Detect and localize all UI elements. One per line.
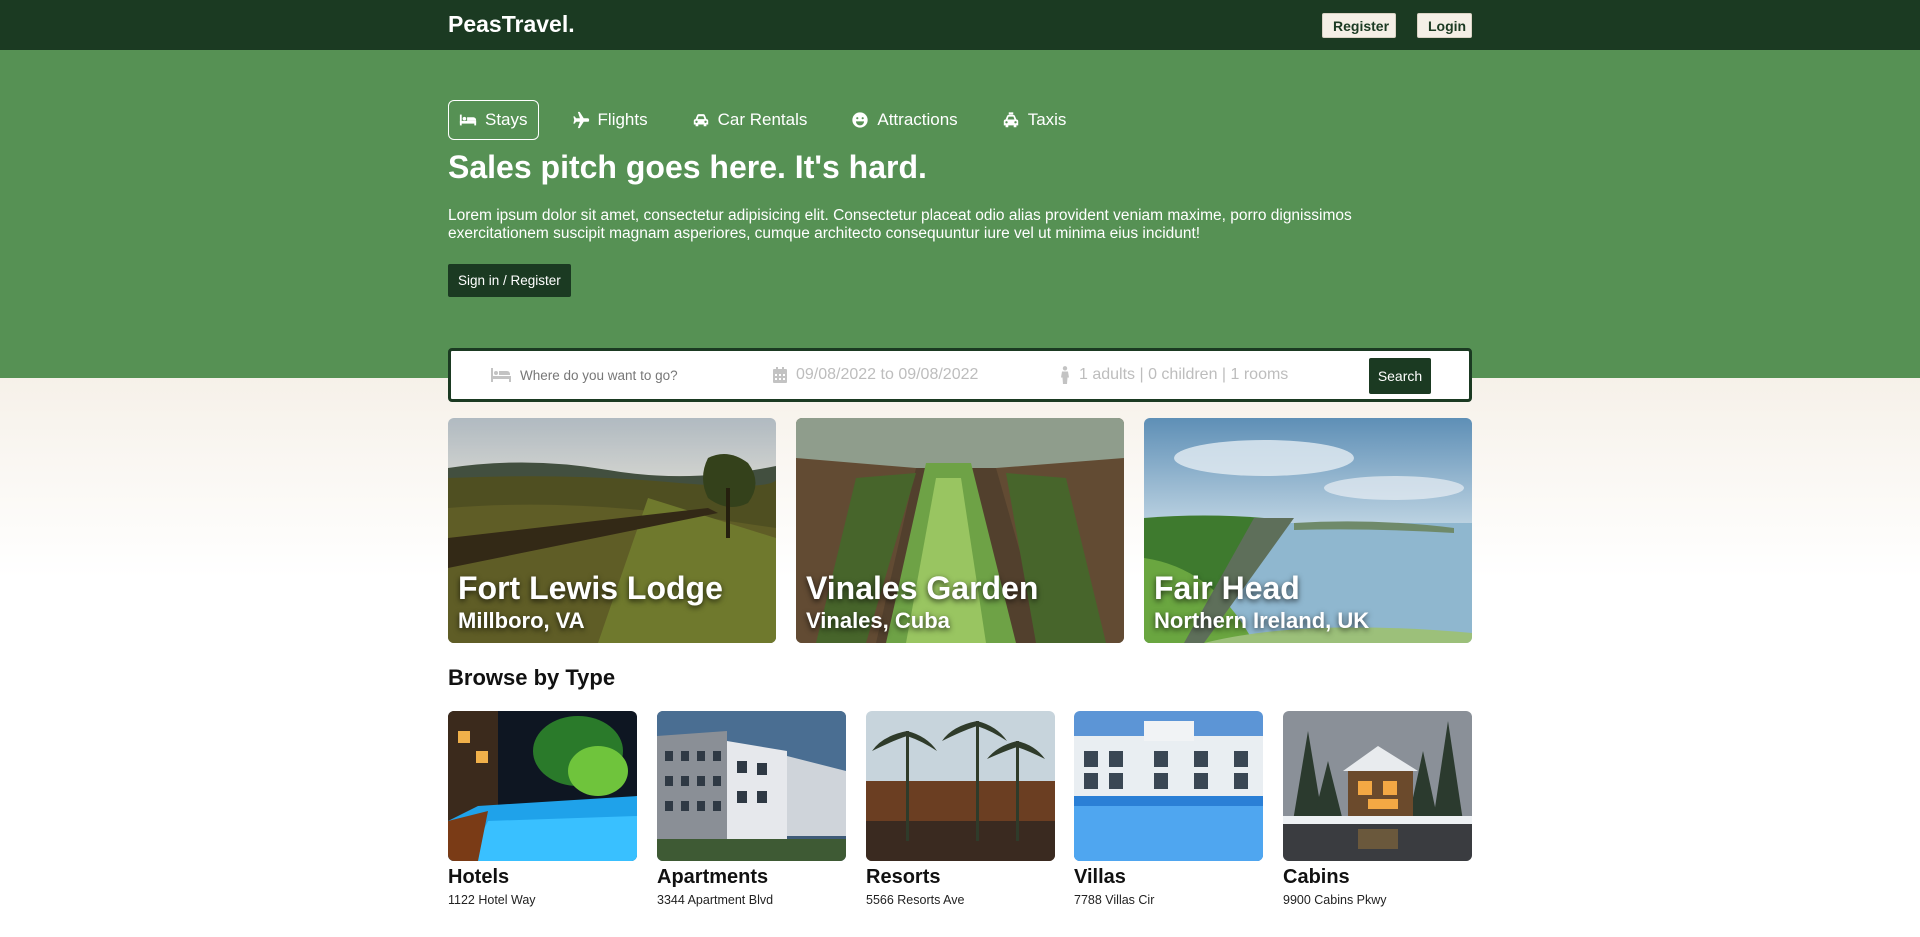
date-range-text: 09/08/2022 to 09/08/2022 [796,366,979,383]
person-icon [1061,366,1069,384]
type-name: Resorts [866,866,941,888]
villa-pool-image [1074,711,1263,861]
guests-field[interactable]: 1 adults | 0 children | 1 rooms [1060,351,1288,399]
featured-name: Fair Head [1154,570,1300,606]
type-address: 1122 Hotel Way [448,893,536,907]
featured-destinations: Fort Lewis Lodge Millboro, VA Vinales Ga… [448,418,1472,643]
type-card-cabins[interactable]: Cabins 9900 Cabins Pkwy [1283,711,1472,907]
featured-card[interactable]: Fair Head Northern Ireland, UK [1144,418,1472,643]
featured-location: Millboro, VA [458,608,585,633]
calendar-icon [773,367,787,383]
register-button[interactable]: Register [1322,13,1396,38]
featured-card[interactable]: Vinales Garden Vinales, Cuba [796,418,1124,643]
type-name: Apartments [657,866,769,888]
hero-description: Lorem ipsum dolor sit amet, consectetur … [448,207,1352,242]
browse-by-type-heading: Browse by Type [448,665,616,690]
resort-palms-image [866,711,1055,861]
hotel-pool-image [448,711,637,861]
tab-car-rentals[interactable]: Car Rentals [681,100,819,140]
date-range-field[interactable]: 09/08/2022 to 09/08/2022 [773,351,978,399]
category-tabs: Stays Flights Car Rentals Attractions Ta… [448,100,1099,140]
type-card-resorts[interactable]: Resorts 5566 Resorts Ave [866,711,1055,907]
plane-icon [572,111,589,129]
type-address: 9900 Cabins Pkwy [1283,893,1387,907]
search-bar: 09/08/2022 to 09/08/2022 1 adults | 0 ch… [448,348,1472,402]
featured-location: Northern Ireland, UK [1154,608,1370,633]
type-address: 3344 Apartment Blvd [657,893,774,907]
type-card-apartments[interactable]: Apartments 3344 Apartment Blvd [657,711,846,907]
hero-title: Sales pitch goes here. It's hard. [448,149,927,185]
tab-label: Flights [597,110,648,129]
bed-icon [491,368,511,382]
site-logo[interactable]: PeasTravel. [448,11,575,38]
tab-label: Stays [485,110,528,129]
tab-stays[interactable]: Stays [448,100,539,140]
type-address: 7788 Villas Cir [1074,893,1155,907]
type-address: 5566 Resorts Ave [866,893,965,907]
apartment-building-image [657,711,846,861]
featured-name: Fort Lewis Lodge [458,570,723,606]
featured-card[interactable]: Fort Lewis Lodge Millboro, VA [448,418,776,643]
bed-icon [459,114,477,126]
type-card-hotels[interactable]: Hotels 1122 Hotel Way [448,711,637,907]
car-icon [693,114,708,127]
featured-name: Vinales Garden [806,570,1039,606]
sign-in-register-button[interactable]: Sign in / Register [448,264,571,297]
type-name: Villas [1074,866,1126,888]
tab-label: Taxis [1027,110,1067,129]
destination-input[interactable] [520,367,720,383]
login-button[interactable]: Login [1417,13,1472,38]
type-card-villas[interactable]: Villas 7788 Villas Cir [1074,711,1263,907]
smile-icon [852,112,869,128]
tab-taxis[interactable]: Taxis [991,100,1078,140]
tab-flights[interactable]: Flights [561,100,659,140]
guests-text: 1 adults | 0 children | 1 rooms [1079,366,1289,383]
tab-label: Car Rentals [717,110,808,129]
destination-field[interactable] [491,351,720,399]
featured-location: Vinales, Cuba [806,608,950,633]
type-name: Cabins [1283,866,1350,888]
cabin-snow-image [1283,711,1472,861]
tab-attractions[interactable]: Attractions [840,100,968,140]
top-navbar: PeasTravel. Register Login [0,0,1920,50]
type-name: Hotels [448,866,510,888]
search-button[interactable]: Search [1369,358,1431,394]
taxi-icon [1003,112,1018,128]
tab-label: Attractions [877,110,958,129]
